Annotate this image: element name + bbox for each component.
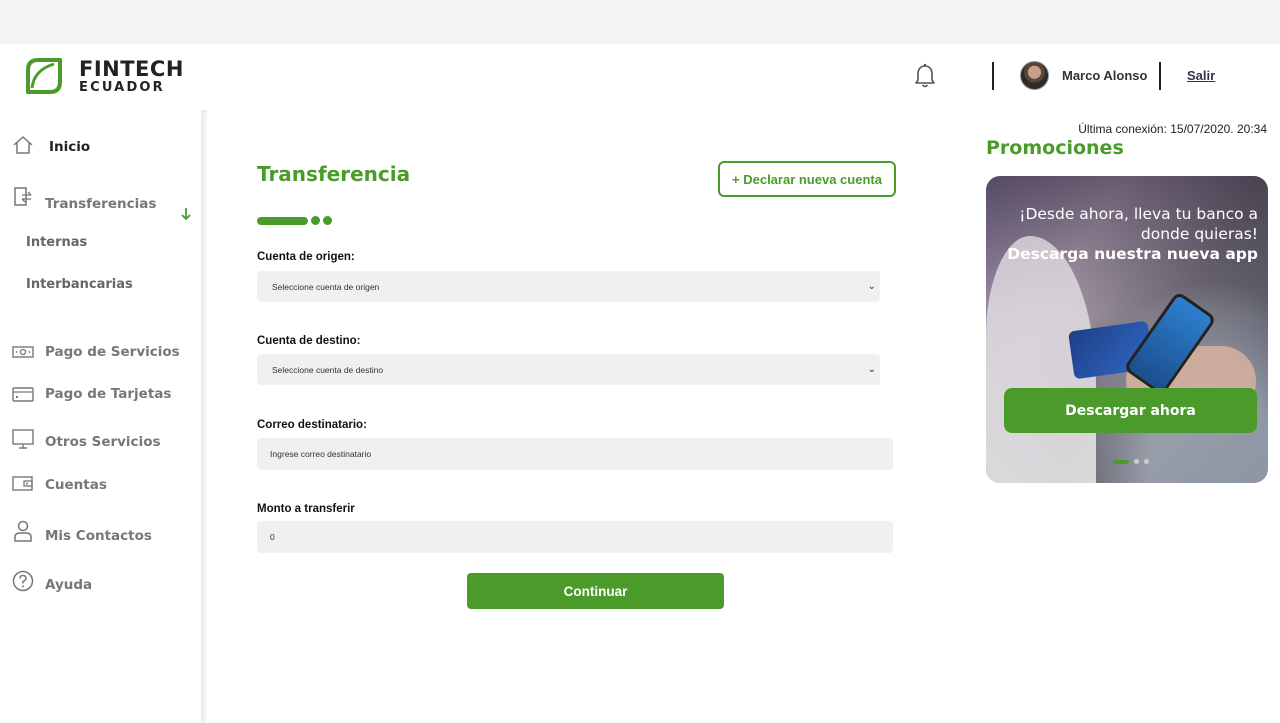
step-indicator bbox=[257, 216, 332, 225]
recipient-email-label: Correo destinatario: bbox=[257, 419, 367, 431]
sidebar-item-mis-contactos[interactable]: Mis Contactos bbox=[12, 518, 152, 544]
sidebar-item-otros-servicios[interactable]: Otros Servicios bbox=[12, 428, 161, 450]
sidebar-item-label: Inicio bbox=[49, 139, 91, 155]
declare-new-account-button[interactable]: + Declarar nueva cuenta bbox=[718, 161, 896, 197]
step-dot bbox=[311, 216, 320, 225]
browser-top-strip bbox=[0, 0, 1280, 44]
brand-name-line1: FINTECH bbox=[79, 56, 184, 81]
money-bill-icon bbox=[12, 346, 34, 358]
chevron-down-icon: ⌄ bbox=[867, 281, 876, 292]
arrow-down-icon[interactable] bbox=[180, 207, 192, 221]
sidebar-subitem-interbancarias[interactable]: Interbancarias bbox=[26, 277, 133, 292]
main-content: Última conexión: 15/07/2020. 20:34 Trans… bbox=[207, 110, 1280, 723]
sidebar-item-transferencias[interactable]: Transferencias bbox=[12, 182, 156, 212]
origin-account-value: Seleccione cuenta de origen bbox=[272, 281, 380, 292]
sidebar-item-pago-servicios[interactable]: Pago de Servicios bbox=[12, 341, 180, 363]
sidebar-subitem-internas[interactable]: Internas bbox=[26, 235, 87, 250]
sidebar-item-label: Pago de Tarjetas bbox=[45, 386, 172, 402]
destination-account-value: Seleccione cuenta de destino bbox=[272, 364, 384, 375]
user-name: Marco Alonso bbox=[1062, 68, 1148, 83]
promo-banner[interactable]: ¡Desde ahora, lleva tu banco a donde qui… bbox=[986, 176, 1268, 483]
page-title: Transferencia bbox=[257, 162, 411, 186]
wallet-icon bbox=[12, 476, 33, 491]
home-icon bbox=[13, 136, 33, 154]
top-header: FINTECH ECUADOR Marco Alonso Salir bbox=[0, 44, 1280, 110]
sidebar-item-inicio[interactable]: Inicio bbox=[12, 134, 90, 156]
sidebar: Inicio Transferencias Internas Interbanc… bbox=[0, 110, 204, 723]
step-dot bbox=[323, 216, 332, 225]
promo-subheadline: Descarga nuestra nueva app bbox=[1007, 245, 1258, 263]
monitor-icon bbox=[12, 429, 34, 449]
promotions-title: Promociones bbox=[986, 137, 1124, 159]
destination-account-label: Cuenta de destino: bbox=[257, 335, 361, 347]
logout-link[interactable]: Salir bbox=[1187, 68, 1215, 83]
sidebar-item-label: Otros Servicios bbox=[45, 434, 161, 450]
sidebar-item-label: Mis Contactos bbox=[45, 528, 152, 544]
continue-button[interactable]: Continuar bbox=[467, 573, 724, 609]
step-active bbox=[257, 216, 308, 225]
download-app-button[interactable]: Descargar ahora bbox=[1004, 388, 1257, 433]
help-icon bbox=[12, 570, 34, 592]
brand-logo[interactable]: FINTECH ECUADOR bbox=[24, 56, 184, 96]
amount-label: Monto a transferir bbox=[257, 503, 355, 515]
brand-name-line2: ECUADOR bbox=[79, 79, 165, 95]
user-icon bbox=[14, 520, 32, 542]
sidebar-item-pago-tarjetas[interactable]: Pago de Tarjetas bbox=[12, 383, 171, 405]
origin-account-select[interactable]: Seleccione cuenta de origen ⌄ bbox=[257, 271, 880, 302]
destination-account-select[interactable]: Seleccione cuenta de destino ⌄ bbox=[257, 354, 880, 385]
carousel-dot-active[interactable] bbox=[1113, 459, 1129, 464]
leaf-logo-icon bbox=[26, 58, 62, 94]
carousel-indicator bbox=[1113, 459, 1149, 464]
amount-input[interactable]: 0 bbox=[257, 521, 893, 553]
sidebar-item-cuentas[interactable]: Cuentas bbox=[12, 473, 107, 495]
credit-card-icon bbox=[12, 387, 34, 402]
transfer-icon bbox=[14, 187, 32, 206]
sidebar-item-label: Transferencias bbox=[45, 196, 157, 212]
last-connection: Última conexión: 15/07/2020. 20:34 bbox=[1078, 122, 1267, 136]
header-divider bbox=[1159, 62, 1161, 90]
recipient-email-placeholder: Ingrese correo destinatario bbox=[270, 449, 372, 459]
sidebar-item-label: Pago de Servicios bbox=[45, 344, 180, 360]
sidebar-item-label: Ayuda bbox=[45, 577, 93, 593]
chevron-down-icon: ⌄ bbox=[867, 364, 876, 375]
amount-value: 0 bbox=[270, 532, 275, 542]
carousel-dot[interactable] bbox=[1144, 459, 1149, 464]
bell-icon[interactable] bbox=[913, 63, 937, 89]
carousel-dot[interactable] bbox=[1134, 459, 1139, 464]
promo-headline: ¡Desde ahora, lleva tu banco a donde qui… bbox=[1019, 205, 1258, 243]
sidebar-item-label: Cuentas bbox=[45, 477, 107, 493]
recipient-email-input[interactable]: Ingrese correo destinatario bbox=[257, 438, 893, 470]
sidebar-item-ayuda[interactable]: Ayuda bbox=[12, 569, 92, 593]
header-divider bbox=[992, 62, 994, 90]
origin-account-label: Cuenta de origen: bbox=[257, 251, 355, 263]
avatar[interactable] bbox=[1020, 61, 1049, 90]
